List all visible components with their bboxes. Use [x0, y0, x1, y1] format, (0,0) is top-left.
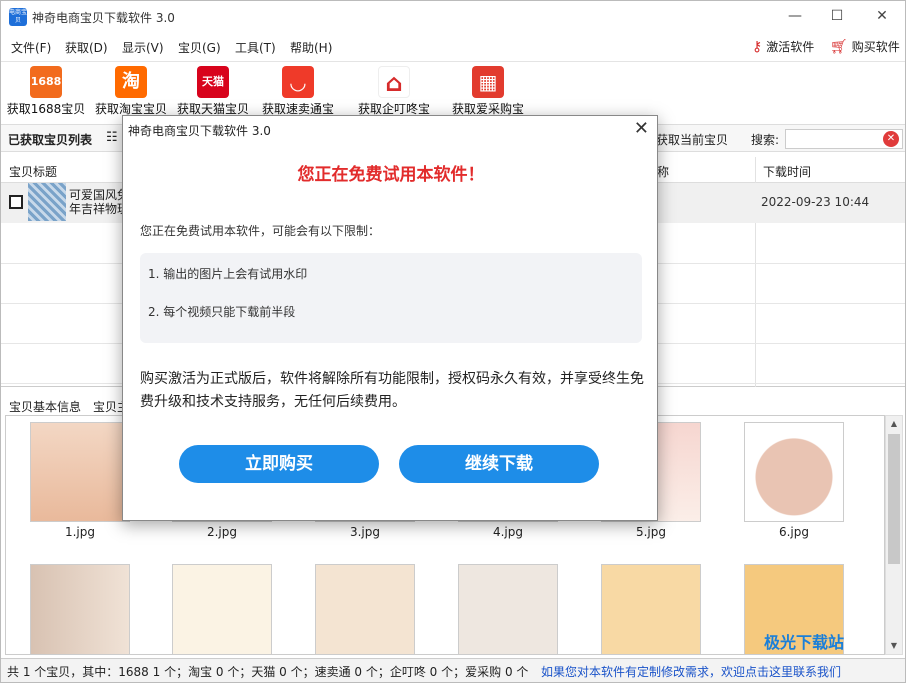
- dialog-description: 购买激活为正式版后，软件将解除所有功能限制，授权码永久有效，并享受终生免费升级和…: [140, 371, 644, 410]
- custom-service-link[interactable]: 如果您对本软件有定制修改需求，欢迎点击这里联系我们: [541, 663, 841, 680]
- get-1688-label: 获取1688宝贝: [6, 102, 86, 116]
- menu-help[interactable]: 帮助(H): [290, 39, 332, 56]
- limit-item: 2. 每个视频只能下载前半段: [148, 305, 296, 319]
- gallery-item[interactable]: [458, 564, 558, 654]
- gallery-image: [601, 564, 701, 654]
- scroll-down-icon[interactable]: ▼: [886, 638, 902, 654]
- search-label: 搜索:: [751, 133, 780, 147]
- buy-software-button[interactable]: 🛒︎ 购买软件: [830, 38, 900, 55]
- 1688-icon: 1688: [30, 66, 62, 98]
- aicaigou-icon: ▦: [472, 66, 504, 98]
- gallery-item[interactable]: [601, 564, 701, 654]
- buy-label: 购买软件: [851, 40, 900, 54]
- app-window: 电商宝贝 神奇电商宝贝下载软件 3.0 — ☐ ✕ 文件(F) 获取(D) 显示…: [0, 0, 906, 683]
- column-header-time[interactable]: 下载时间: [755, 157, 905, 183]
- scrollbar-thumb[interactable]: [888, 434, 900, 564]
- goods-thumbnail: [28, 183, 66, 221]
- gallery-caption: 5.jpg: [635, 525, 667, 539]
- get-1688-button[interactable]: 1688 获取1688宝贝: [5, 66, 87, 117]
- list-title: 已获取宝贝列表: [8, 133, 93, 147]
- close-button[interactable]: ✕: [867, 5, 897, 27]
- select-all-icon[interactable]: ☷: [106, 130, 118, 145]
- row-checkbox[interactable]: [9, 195, 23, 209]
- get-tmall-button[interactable]: 天猫 获取天猫宝贝: [172, 66, 254, 117]
- get-taobao-button[interactable]: 淘 获取淘宝宝贝: [90, 66, 172, 117]
- gallery-caption: 6.jpg: [778, 525, 810, 539]
- qidingdong-icon: ⌂: [378, 66, 410, 98]
- gallery-image: [30, 564, 130, 654]
- clear-search-icon[interactable]: ✕: [883, 131, 899, 147]
- maximize-button[interactable]: ☐: [822, 5, 852, 27]
- menu-get[interactable]: 获取(D): [65, 39, 108, 56]
- window-title: 神奇电商宝贝下载软件 3.0: [32, 11, 175, 25]
- dialog-title: 神奇电商宝贝下载软件 3.0: [128, 124, 271, 138]
- limits-box: 1. 输出的图片上会有试用水印 2. 每个视频只能下载前半段: [140, 253, 642, 343]
- gallery-image: [172, 564, 272, 654]
- limit-item: 1. 输出的图片上会有试用水印: [148, 267, 308, 281]
- gallery-image: [30, 422, 130, 522]
- continue-download-button[interactable]: 继续下载: [399, 445, 599, 483]
- title-bar: 电商宝贝 神奇电商宝贝下载软件 3.0 — ☐ ✕: [1, 1, 905, 33]
- gallery-item[interactable]: [172, 564, 272, 654]
- column-header-name[interactable]: 称: [649, 157, 755, 183]
- app-logo-icon: 电商宝贝: [9, 8, 28, 26]
- activate-software-button[interactable]: ⚷ 激活软件: [752, 38, 814, 55]
- taobao-icon: 淘: [115, 66, 147, 98]
- buy-now-button[interactable]: 立即购买: [179, 445, 379, 483]
- gallery-item[interactable]: [30, 564, 130, 654]
- tab-basic-info[interactable]: 宝贝基本信息: [9, 398, 81, 415]
- get-current-goods-button[interactable]: 获取当前宝贝: [656, 131, 728, 148]
- aliexpress-icon: ◡: [282, 66, 314, 98]
- download-time: 2022-09-23 10:44: [761, 195, 870, 209]
- gallery-item[interactable]: [315, 564, 415, 654]
- trial-dialog: 神奇电商宝贝下载软件 3.0 ✕ 您正在免费试用本软件！ 您正在免费试用本软件，…: [122, 115, 658, 521]
- gallery-caption: 2.jpg: [206, 525, 238, 539]
- menu-goods[interactable]: 宝贝(G): [178, 39, 221, 56]
- gallery-scrollbar[interactable]: ▲ ▼: [885, 415, 903, 655]
- menu-tools[interactable]: 工具(T): [235, 39, 276, 56]
- key-icon: ⚷: [752, 38, 763, 55]
- gallery-caption: 3.jpg: [349, 525, 381, 539]
- dialog-intro: 您正在免费试用本软件，可能会有以下限制：: [140, 224, 381, 238]
- gallery-image: [744, 422, 844, 522]
- menu-view[interactable]: 显示(V): [122, 39, 164, 56]
- toolbar: 1688 获取1688宝贝 淘 获取淘宝宝贝 天猫 获取天猫宝贝 ◡ 获取速卖通…: [1, 61, 905, 133]
- gallery-item[interactable]: 1.jpg: [30, 422, 130, 539]
- status-bar: 共 1 个宝贝，其中：1688 1 个；淘宝 0 个；天猫 0 个；速卖通 0 …: [1, 658, 905, 682]
- status-summary: 共 1 个宝贝，其中：1688 1 个；淘宝 0 个；天猫 0 个；速卖通 0 …: [7, 665, 529, 679]
- tmall-icon: 天猫: [197, 66, 229, 98]
- gallery-caption: 1.jpg: [64, 525, 96, 539]
- dialog-headline: 您正在免费试用本软件！: [297, 165, 485, 185]
- cart-icon: 🛒︎: [830, 38, 848, 55]
- activate-label: 激活软件: [766, 40, 815, 54]
- gallery-image: [458, 564, 558, 654]
- minimize-button[interactable]: —: [780, 5, 810, 27]
- gallery-image: [315, 564, 415, 654]
- goods-title: 可爱国风兔年吉祥物玩: [69, 188, 129, 216]
- gallery-item[interactable]: 6.jpg: [744, 422, 844, 539]
- gallery-caption: 4.jpg: [492, 525, 524, 539]
- site-watermark: 极光下载站: [764, 633, 845, 652]
- dialog-close-button[interactable]: ✕: [634, 118, 649, 139]
- menu-bar: 文件(F) 获取(D) 显示(V) 宝贝(G) 工具(T) 帮助(H) ⚷ 激活…: [1, 35, 905, 59]
- scroll-up-icon[interactable]: ▲: [886, 416, 902, 432]
- menu-file[interactable]: 文件(F): [11, 39, 51, 56]
